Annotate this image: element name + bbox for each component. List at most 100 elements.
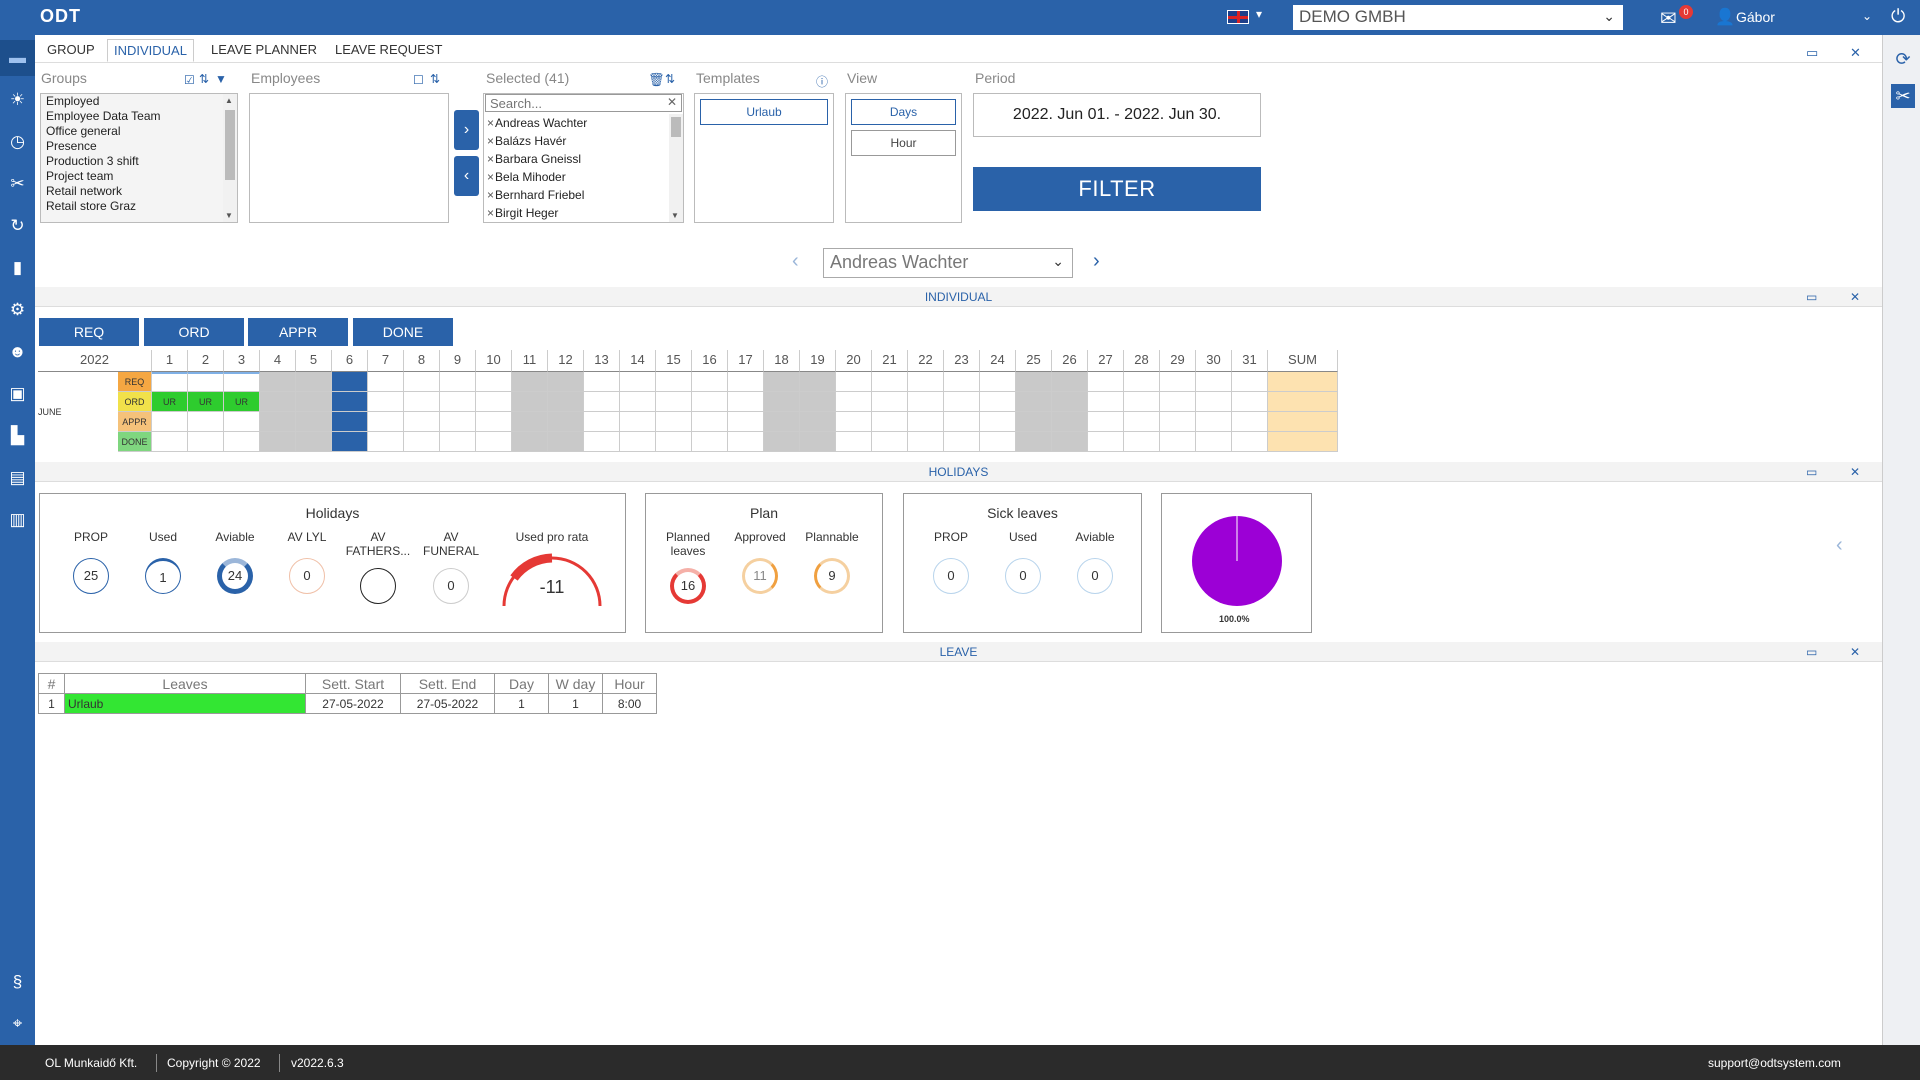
calendar-cell[interactable] — [584, 432, 620, 452]
calendar-cell[interactable] — [368, 392, 404, 412]
calendar-cell[interactable] — [620, 372, 656, 392]
crosshair-icon[interactable]: ⌖ — [0, 1006, 35, 1042]
calendar-cell[interactable] — [728, 412, 764, 432]
view-days-button[interactable]: Days — [851, 99, 956, 125]
calendar-cell[interactable] — [440, 392, 476, 412]
calendar-cell[interactable] — [296, 372, 332, 392]
calendar-cell[interactable] — [728, 392, 764, 412]
calendar-cell[interactable] — [1232, 432, 1268, 452]
expand-icon[interactable]: ✕ — [1850, 642, 1860, 662]
remove-icon[interactable]: × — [487, 116, 494, 130]
calendar-cell[interactable] — [440, 412, 476, 432]
calendar-cell[interactable] — [980, 412, 1016, 432]
calendar-cell[interactable] — [836, 372, 872, 392]
tools-icon[interactable]: ✂ — [0, 166, 35, 202]
calendar-cell[interactable] — [728, 372, 764, 392]
selected-item[interactable]: ×Andreas Wachter — [484, 114, 683, 132]
calendar-cell[interactable] — [296, 432, 332, 452]
sort-icon[interactable]: ⇅ — [199, 72, 209, 86]
check-circle-icon[interactable]: ◷ — [0, 124, 35, 160]
calendar-cell[interactable] — [296, 412, 332, 432]
calendar-cell[interactable] — [980, 432, 1016, 452]
group-item[interactable]: Retail store Graz — [41, 199, 237, 214]
remove-icon[interactable]: × — [487, 206, 494, 220]
calendar-cell[interactable]: UR — [224, 392, 260, 412]
calendar-cell[interactable] — [980, 392, 1016, 412]
calendar-cell[interactable] — [656, 432, 692, 452]
chart-icon[interactable]: ▮ — [0, 250, 35, 286]
calendar-cell[interactable] — [152, 372, 188, 392]
calendar-cell[interactable] — [800, 372, 836, 392]
calendar-cell[interactable] — [1016, 392, 1052, 412]
expand-icon[interactable]: ✕ — [1850, 287, 1860, 307]
minimize-icon[interactable]: ▭ — [1806, 462, 1817, 482]
calendar-cell[interactable] — [152, 432, 188, 452]
calendar-cell[interactable] — [836, 392, 872, 412]
req-button[interactable]: REQ — [39, 318, 139, 346]
calendar-cell[interactable] — [548, 412, 584, 432]
calendar-cell[interactable]: UR — [188, 392, 224, 412]
uk-flag-icon[interactable] — [1227, 10, 1249, 24]
calendar-cell[interactable] — [404, 412, 440, 432]
view-hour-button[interactable]: Hour — [851, 130, 956, 156]
group-item[interactable]: Office general — [41, 124, 237, 139]
calendar-cell[interactable] — [224, 412, 260, 432]
remove-icon[interactable]: × — [487, 134, 494, 148]
sync-icon[interactable]: ↻ — [0, 208, 35, 244]
selected-item[interactable]: ×Balázs Havér — [484, 132, 683, 150]
calendar-cell[interactable] — [836, 412, 872, 432]
employee-select[interactable]: Andreas Wachter ⌄ — [823, 248, 1073, 278]
user-icon[interactable]: 👤 — [1715, 7, 1735, 27]
gears-icon[interactable]: ⚙ — [0, 292, 35, 328]
calendar-cell[interactable] — [764, 372, 800, 392]
calendar-cell[interactable] — [1124, 392, 1160, 412]
calendar-cell[interactable] — [944, 372, 980, 392]
appr-button[interactable]: APPR — [248, 318, 348, 346]
calendar-cell[interactable] — [656, 372, 692, 392]
info-icon[interactable]: ⓘ — [816, 73, 828, 90]
calendar-cell[interactable] — [512, 392, 548, 412]
calendar-cell[interactable] — [1232, 372, 1268, 392]
group-item[interactable]: Project team — [41, 169, 237, 184]
calendar-cell[interactable]: UR — [152, 392, 188, 412]
calendar-cell[interactable] — [332, 372, 368, 392]
calendar-cell[interactable] — [1088, 412, 1124, 432]
tab-leave-request[interactable]: LEAVE REQUEST — [329, 39, 448, 62]
footer-support-email[interactable]: support@odtsystem.com — [1708, 1056, 1841, 1070]
calendar-cell[interactable] — [800, 432, 836, 452]
calendar-cell[interactable] — [944, 392, 980, 412]
tools-icon[interactable]: ✂ — [1891, 84, 1915, 108]
calendar-cell[interactable] — [908, 392, 944, 412]
calendar-cell[interactable] — [440, 432, 476, 452]
mail-icon[interactable]: ✉ — [1660, 6, 1677, 31]
calendar-cell[interactable] — [404, 432, 440, 452]
chevron-down-icon[interactable]: ▾ — [1256, 7, 1262, 21]
calendar-cell[interactable] — [260, 392, 296, 412]
minimize-icon[interactable]: ▭ — [1806, 642, 1817, 662]
calendar-cell[interactable] — [224, 432, 260, 452]
calendar-cell[interactable] — [764, 392, 800, 412]
home-icon[interactable]: ▬ — [0, 40, 35, 76]
group-item[interactable]: Presence — [41, 139, 237, 154]
group-item[interactable]: Retail network — [41, 184, 237, 199]
employees-list[interactable] — [249, 93, 449, 223]
calendar-cell[interactable] — [188, 412, 224, 432]
calendar-cell[interactable] — [476, 432, 512, 452]
clear-search-icon[interactable]: ✕ — [667, 95, 677, 109]
calendar-cell[interactable] — [152, 412, 188, 432]
calendar-cell[interactable] — [656, 412, 692, 432]
calendar-cell[interactable] — [944, 432, 980, 452]
sort-icon[interactable]: ⇅ — [665, 72, 675, 86]
calendar-cell[interactable] — [620, 412, 656, 432]
trash-icon[interactable]: 🗑 — [648, 72, 665, 88]
group-item[interactable]: Employed — [41, 94, 237, 109]
calendar-cell[interactable] — [980, 372, 1016, 392]
tab-leave-planner[interactable]: LEAVE PLANNER — [205, 39, 323, 62]
calendar-cell[interactable] — [512, 372, 548, 392]
calendar-cell[interactable] — [872, 412, 908, 432]
briefcase-icon[interactable]: ▤ — [0, 460, 35, 496]
calendar-cell[interactable] — [1196, 372, 1232, 392]
scroll-thumb[interactable] — [671, 117, 681, 137]
calendar-cell[interactable] — [404, 392, 440, 412]
calendar-cell[interactable] — [728, 432, 764, 452]
